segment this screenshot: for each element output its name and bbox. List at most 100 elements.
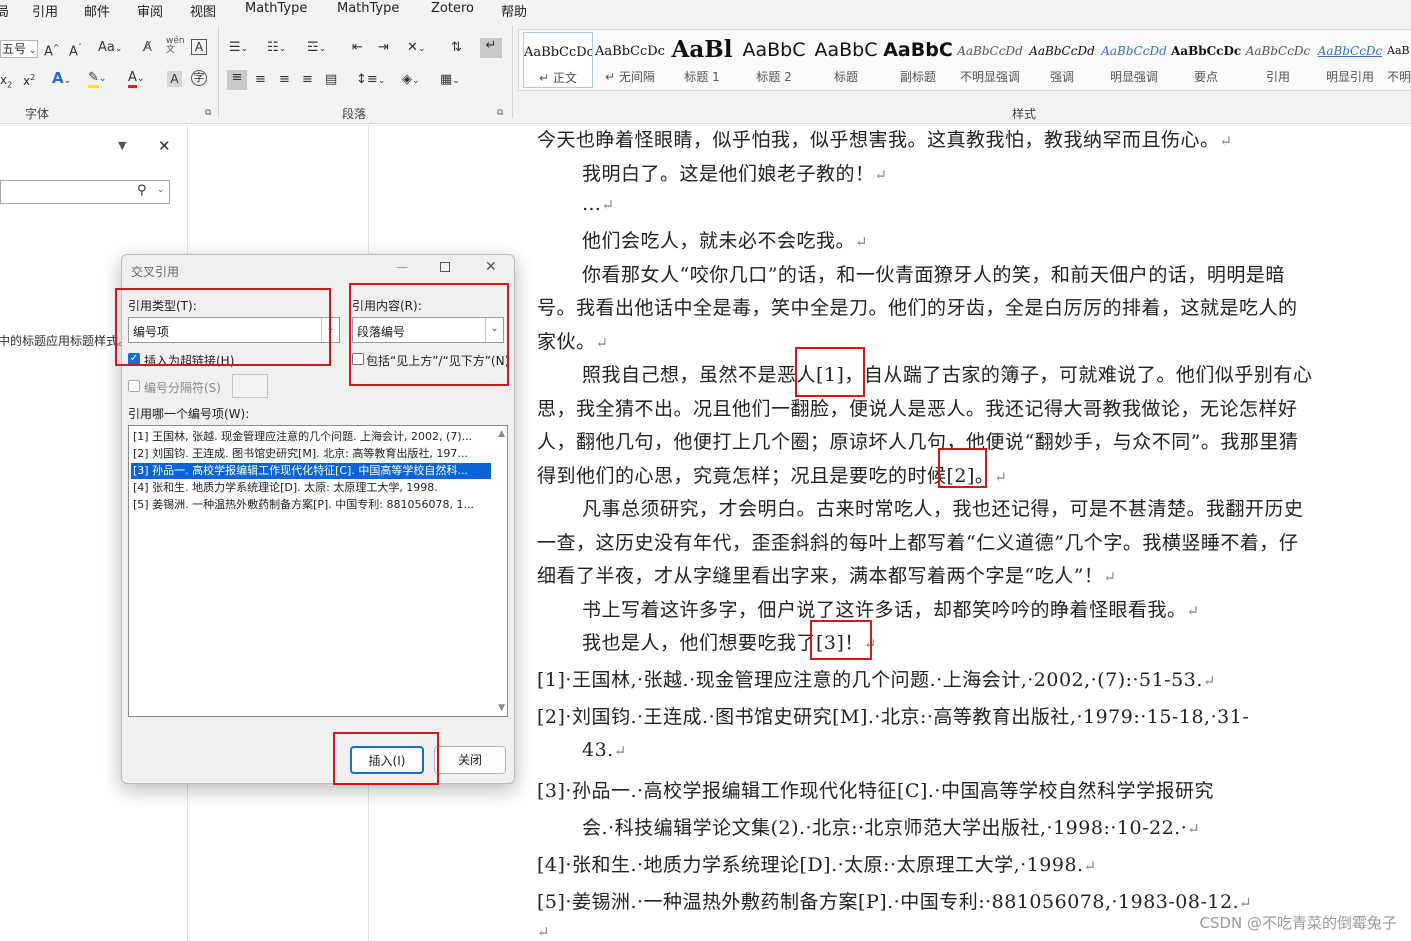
reference-entry: [1]·王国林,·张越.·现金管理应注意的几个问题.·上海会计,·2002,·(…	[537, 669, 1216, 691]
style-name: 标题	[833, 70, 858, 84]
watermark: CSDN @不吃青菜的倒霉兔子	[1199, 914, 1397, 932]
align-center-icon[interactable]: ≡	[255, 72, 266, 88]
list-item[interactable]: [1] 王国林, 张越. 现金管理应注意的几个问题. 上海会计, 2002, (…	[131, 429, 491, 445]
close-button[interactable]: 关闭	[434, 746, 506, 774]
decrease-indent-icon[interactable]: ⇤	[352, 40, 363, 56]
style-sample: AaBbC	[742, 39, 806, 61]
bullets-icon[interactable]: ☰⌄	[229, 40, 248, 57]
style-name: 标题 2	[756, 70, 792, 84]
font-size-value: 五号	[2, 42, 27, 56]
style-subtle-emphasis[interactable]: AaBbCcDd 不明显强调	[955, 32, 1025, 88]
clear-format-icon[interactable]: A̸	[143, 40, 152, 56]
style-intense-emphasis[interactable]: AaBbCcDd 明显强调	[1099, 32, 1169, 88]
menu-partial[interactable]: 局	[0, 1, 9, 20]
menu-help[interactable]: 帮助	[501, 1, 527, 20]
close-icon[interactable]: ✕	[485, 259, 497, 275]
menu-zotero[interactable]: Zotero	[431, 1, 474, 16]
numbering-icon[interactable]: ☷⌄	[267, 40, 286, 57]
citation-highlight-box	[938, 448, 987, 488]
list-item[interactable]: [5] 姜锡洲. 一种温热外敷药制备方案[P]. 中国专利: 881056078…	[131, 497, 491, 513]
subscript-icon[interactable]: x2	[0, 72, 12, 93]
style-name: 引用	[1265, 70, 1290, 84]
style-heading-2[interactable]: AaBbC 标题 2	[739, 32, 809, 88]
document-page[interactable]: 今天也睁着怪眼睛，似乎怕我，似乎想害我。这真教我怕，教我纳罕而且伤心。↵ 我明白…	[370, 125, 1411, 941]
style-name: 不明显强调	[959, 70, 1020, 84]
search-icon[interactable]: ⚲	[137, 183, 147, 198]
style-sample: AaBbCcDc	[1317, 44, 1383, 58]
style-subtle-reference[interactable]: AaB 不明	[1387, 32, 1411, 88]
char-shading-icon[interactable]: A	[167, 71, 182, 87]
menu-bar: 局 引用 邮件 审阅 视图 MathType MathType Zotero 帮…	[0, 0, 1411, 20]
style-sample: AaB	[1387, 44, 1410, 57]
superscript-icon[interactable]: x2	[23, 70, 35, 89]
scroll-down-icon[interactable]: ▼	[498, 703, 505, 713]
menu-mathtype[interactable]: MathType	[245, 1, 307, 16]
citation-highlight-box	[795, 347, 865, 397]
ref-content-highlight-box	[349, 283, 509, 386]
menu-review[interactable]: 审阅	[137, 1, 163, 20]
font-size-select[interactable]: 五号 ⌄	[0, 40, 38, 58]
highlight-icon[interactable]: ✎⌄	[88, 70, 106, 88]
style-intense-quote[interactable]: AaBbCcDc 明显引用	[1315, 32, 1385, 88]
style-title[interactable]: AaBbC 标题	[811, 32, 881, 88]
menu-view[interactable]: 视图	[190, 1, 216, 20]
line-spacing-icon[interactable]: ↕≡⌄	[356, 72, 385, 89]
doc-line: 书上写着这许多字，佃户说了这许多话，却都笑吟吟的睁着怪眼看我。↵	[582, 599, 1200, 621]
shading-icon[interactable]: ◈⌄	[402, 72, 420, 89]
grow-font-icon[interactable]: A^	[44, 40, 60, 60]
scroll-up-icon[interactable]: ▲	[498, 429, 505, 439]
font-color-icon[interactable]: A⌄	[128, 70, 144, 88]
char-border-icon[interactable]: A	[191, 39, 207, 55]
separator-checkbox[interactable]	[128, 380, 140, 392]
show-marks-icon[interactable]: ↵	[480, 38, 502, 58]
distributed-icon[interactable]: ▤	[325, 72, 337, 88]
style-sample: AaBbCcDc	[1171, 44, 1241, 58]
align-left-icon[interactable]: ≡	[227, 70, 247, 90]
citation-highlight-box	[810, 620, 872, 660]
maximize-icon[interactable]	[440, 262, 450, 272]
ref-type-highlight-box	[115, 288, 331, 366]
style-name: 副标题	[899, 70, 936, 84]
minimize-icon[interactable]: —	[396, 260, 408, 274]
list-item[interactable]: [2] 刘国钧. 王连成. 图书馆史研究[M]. 北京: 高等教育出版社, 19…	[131, 446, 491, 462]
style-no-spacing[interactable]: AaBbCcDc ↵ 无间隔	[595, 32, 665, 88]
style-heading-1[interactable]: AaBl 标题 1	[667, 32, 737, 88]
paragraph-dialog-launcher-icon[interactable]: ⧉	[497, 108, 503, 118]
enclose-char-icon[interactable]: 字	[191, 70, 207, 86]
style-strong[interactable]: AaBbCcDc 要点	[1171, 32, 1241, 88]
justify-icon[interactable]: ≡	[302, 72, 313, 88]
borders-icon[interactable]: ▦⌄	[440, 72, 460, 89]
style-subtitle[interactable]: AaBbC 副标题	[883, 32, 953, 88]
increase-indent-icon[interactable]: ⇥	[378, 40, 389, 56]
align-right-icon[interactable]: ≡	[279, 72, 290, 88]
nav-search-input[interactable]: ⚲ ⌄	[0, 180, 170, 204]
change-case-icon[interactable]: Aa⌄	[98, 40, 122, 57]
style-quote[interactable]: AaBbCcDc 引用	[1243, 32, 1313, 88]
numbered-items-list[interactable]: [1] 王国林, 张越. 现金管理应注意的几个问题. 上海会计, 2002, (…	[128, 425, 508, 717]
chinese-layout-icon[interactable]: ✕⌄	[407, 40, 425, 57]
style-name: 标题 1	[684, 70, 720, 84]
list-item[interactable]: [4] 张和生. 地质力学系统理论[D]. 太原: 太原理工大学, 1998.	[131, 480, 491, 496]
style-sample: AaBbCcDc	[524, 45, 592, 60]
dialog-title: 交叉引用	[131, 265, 180, 279]
styles-group-label: 样式	[1012, 107, 1037, 121]
text-effects-icon[interactable]: A⌄	[52, 70, 71, 89]
font-group-label: 字体	[25, 107, 50, 121]
close-icon[interactable]: ✕	[158, 137, 171, 155]
separator-input[interactable]	[232, 374, 268, 398]
menu-mathtype-2[interactable]: MathType	[337, 1, 399, 16]
style-name: ↵ 正文	[539, 71, 577, 85]
multilevel-list-icon[interactable]: ☲⌄	[307, 40, 326, 57]
font-dialog-launcher-icon[interactable]: ⧉	[205, 108, 211, 118]
style-emphasis[interactable]: AaBbCcDd 强调	[1027, 32, 1097, 88]
style-normal[interactable]: AaBbCcDc ↵ 正文	[523, 32, 593, 88]
doc-line: 得到他们的心思，究竟怎样；况且是要吃的时候[2]。↵	[537, 465, 1008, 487]
menu-mailings[interactable]: 邮件	[84, 1, 110, 20]
pane-options-icon[interactable]: ▼	[118, 139, 126, 152]
chevron-down-icon[interactable]: ⌄	[157, 185, 165, 195]
menu-references[interactable]: 引用	[32, 1, 58, 20]
sort-icon[interactable]: ⇅	[451, 40, 462, 56]
list-item-selected[interactable]: [3] 孙品一. 高校学报编辑工作现代化特征[C]. 中国高等学校自然科...	[131, 463, 491, 479]
shrink-font-icon[interactable]: Aˇ	[69, 40, 82, 60]
phonetic-guide-icon[interactable]: wén 文	[166, 37, 185, 55]
